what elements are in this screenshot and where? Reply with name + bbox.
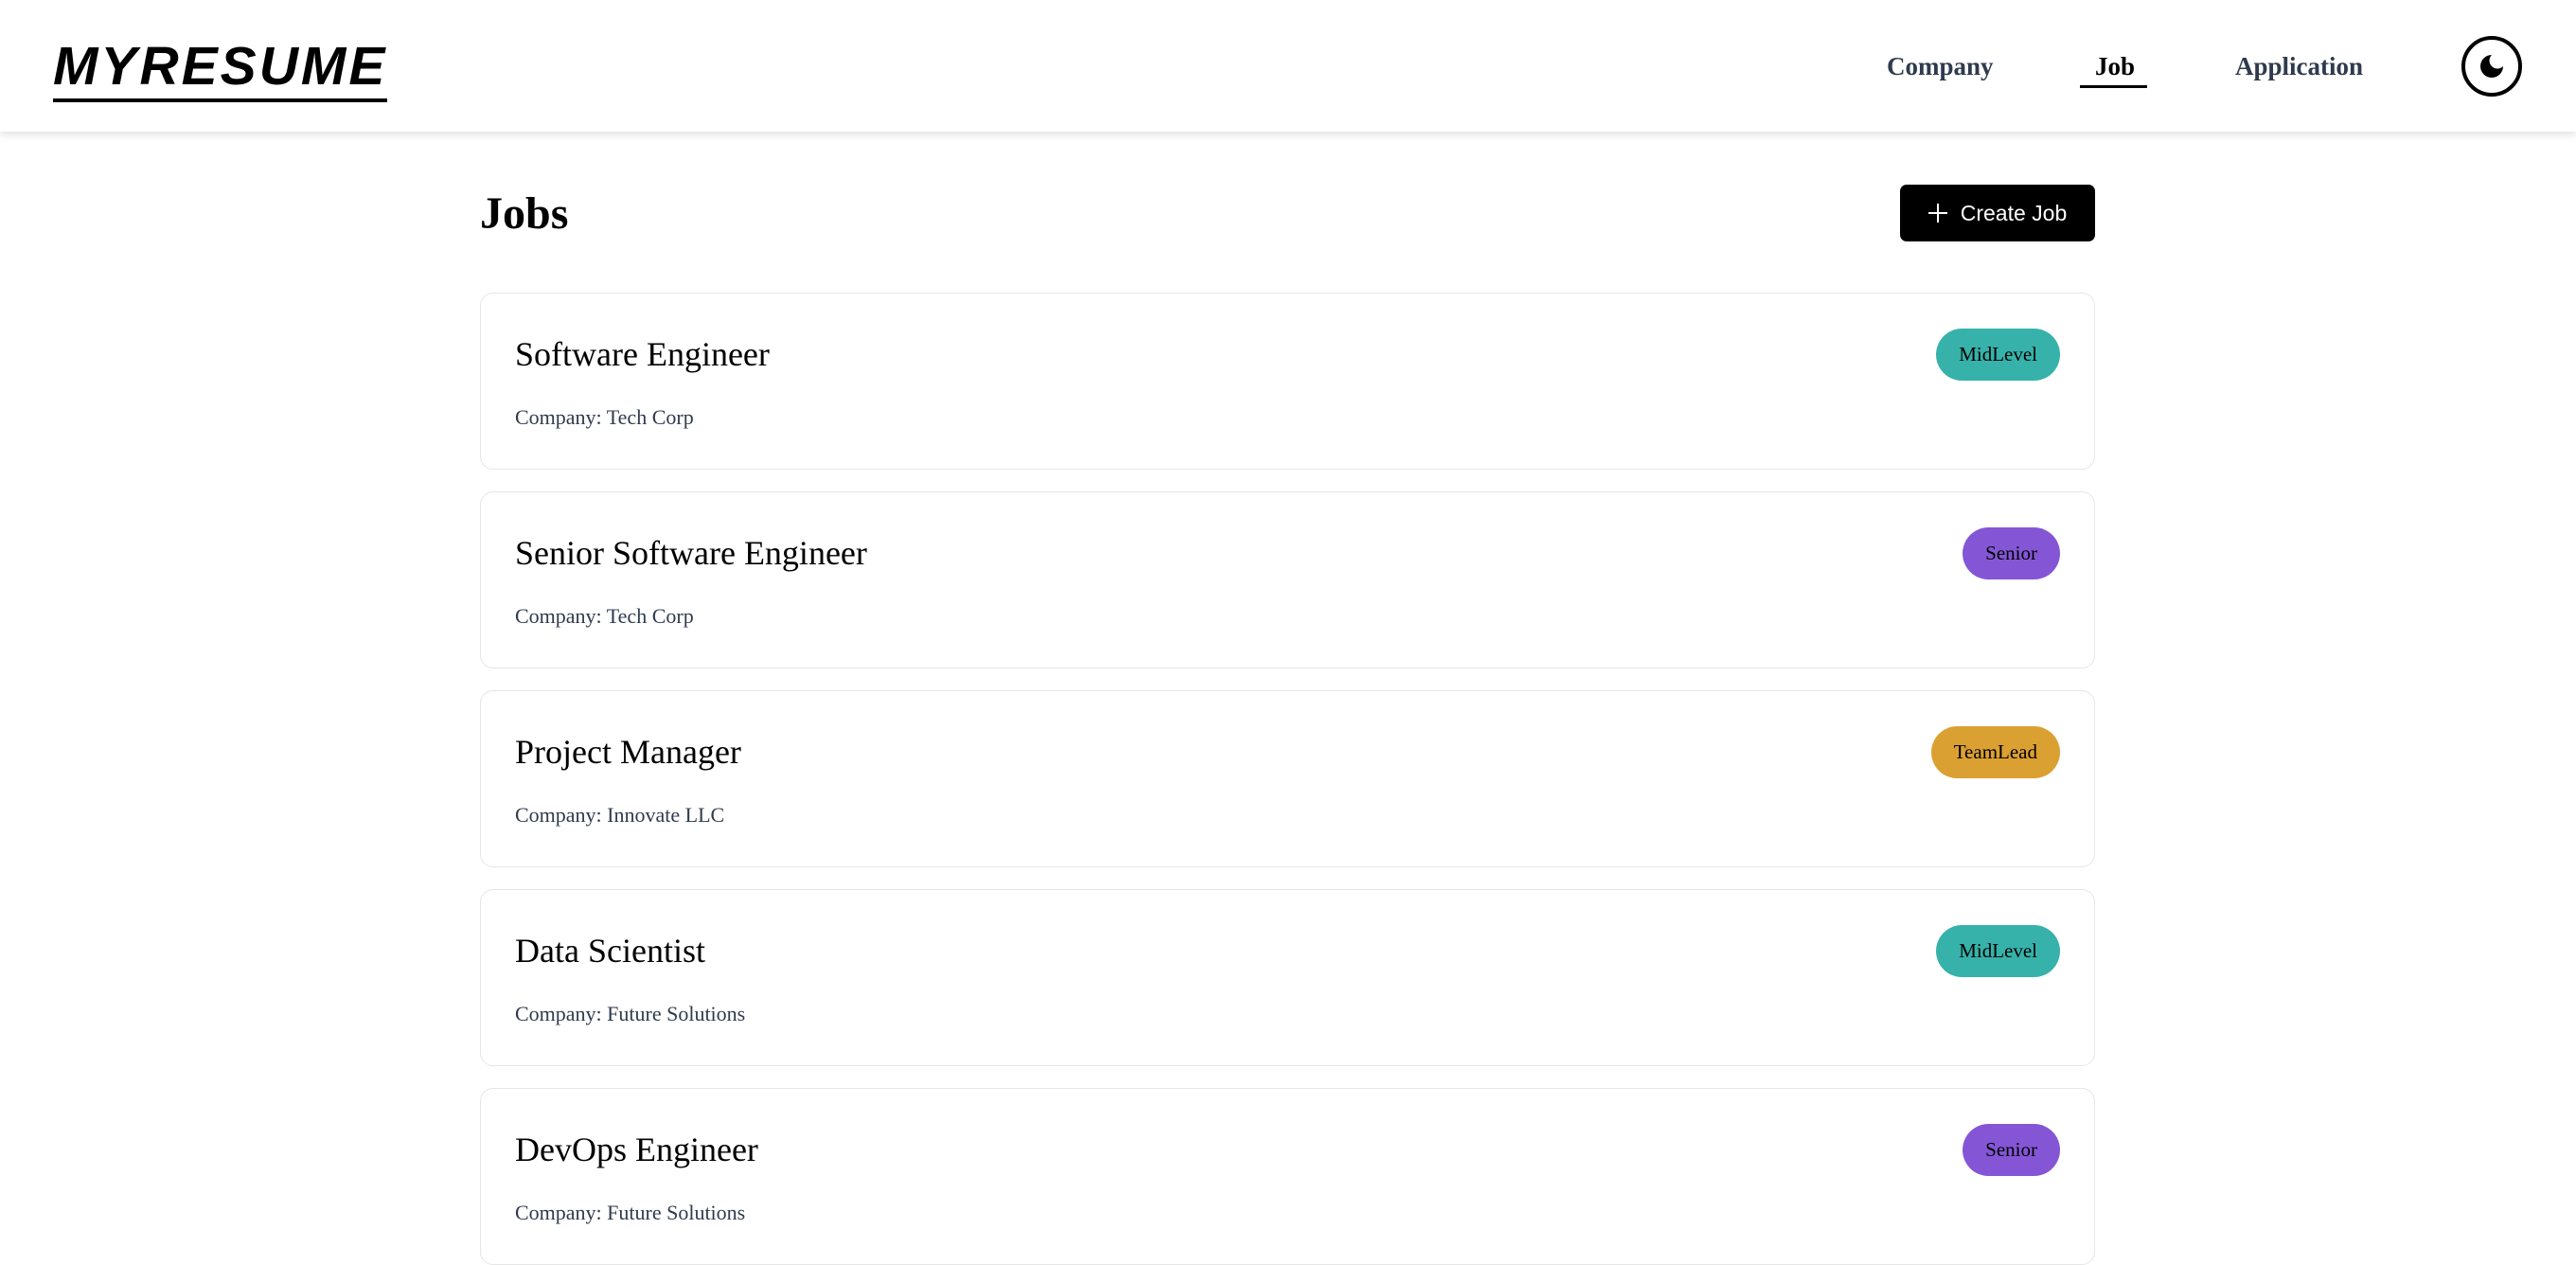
job-company: Company: Future Solutions <box>515 1201 746 1224</box>
job-company: Company: Tech Corp <box>515 604 694 628</box>
moon-icon <box>2480 55 2503 78</box>
level-badge: TeamLead <box>1930 726 2060 778</box>
create-job-label: Create Job <box>1960 200 2068 225</box>
job-card[interactable]: DevOps Engineer Company: Future Solution… <box>480 1088 2095 1265</box>
job-card[interactable]: Project Manager Company: Innovate LLC Te… <box>480 690 2095 867</box>
page-title: Jobs <box>480 188 569 239</box>
job-title: Project Manager <box>515 733 741 771</box>
active-nav-indicator <box>2080 85 2147 88</box>
job-company: Company: Future Solutions <box>515 1002 746 1025</box>
job-title: Data Scientist <box>515 932 705 970</box>
job-title: DevOps Engineer <box>515 1131 758 1168</box>
job-company: Company: Tech Corp <box>515 405 694 429</box>
job-card[interactable]: Data Scientist Company: Future Solutions… <box>480 889 2095 1066</box>
job-card[interactable]: Software Engineer Company: Tech Corp Mid… <box>480 293 2095 470</box>
level-badge: MidLevel <box>1936 329 2060 381</box>
top-navbar: MYRESUME Company Job Application <box>0 0 2576 132</box>
nav-link-application[interactable]: Application <box>2235 47 2363 85</box>
level-badge: Senior <box>1963 527 2060 579</box>
level-badge: MidLevel <box>1936 925 2060 977</box>
theme-toggle-button[interactable] <box>2461 36 2522 97</box>
level-badge: Senior <box>1963 1124 2060 1176</box>
nav-link-company[interactable]: Company <box>1887 47 1994 85</box>
job-company: Company: Innovate LLC <box>515 803 725 827</box>
create-job-button[interactable]: Create Job <box>1900 185 2095 241</box>
nav-link-job[interactable]: Job <box>2095 47 2135 85</box>
job-title: Senior Software Engineer <box>515 534 867 572</box>
job-card[interactable]: Senior Software Engineer Company: Tech C… <box>480 491 2095 668</box>
job-title: Software Engineer <box>515 335 770 373</box>
plus-icon <box>1928 204 1947 223</box>
logo[interactable]: MYRESUME <box>53 36 388 102</box>
